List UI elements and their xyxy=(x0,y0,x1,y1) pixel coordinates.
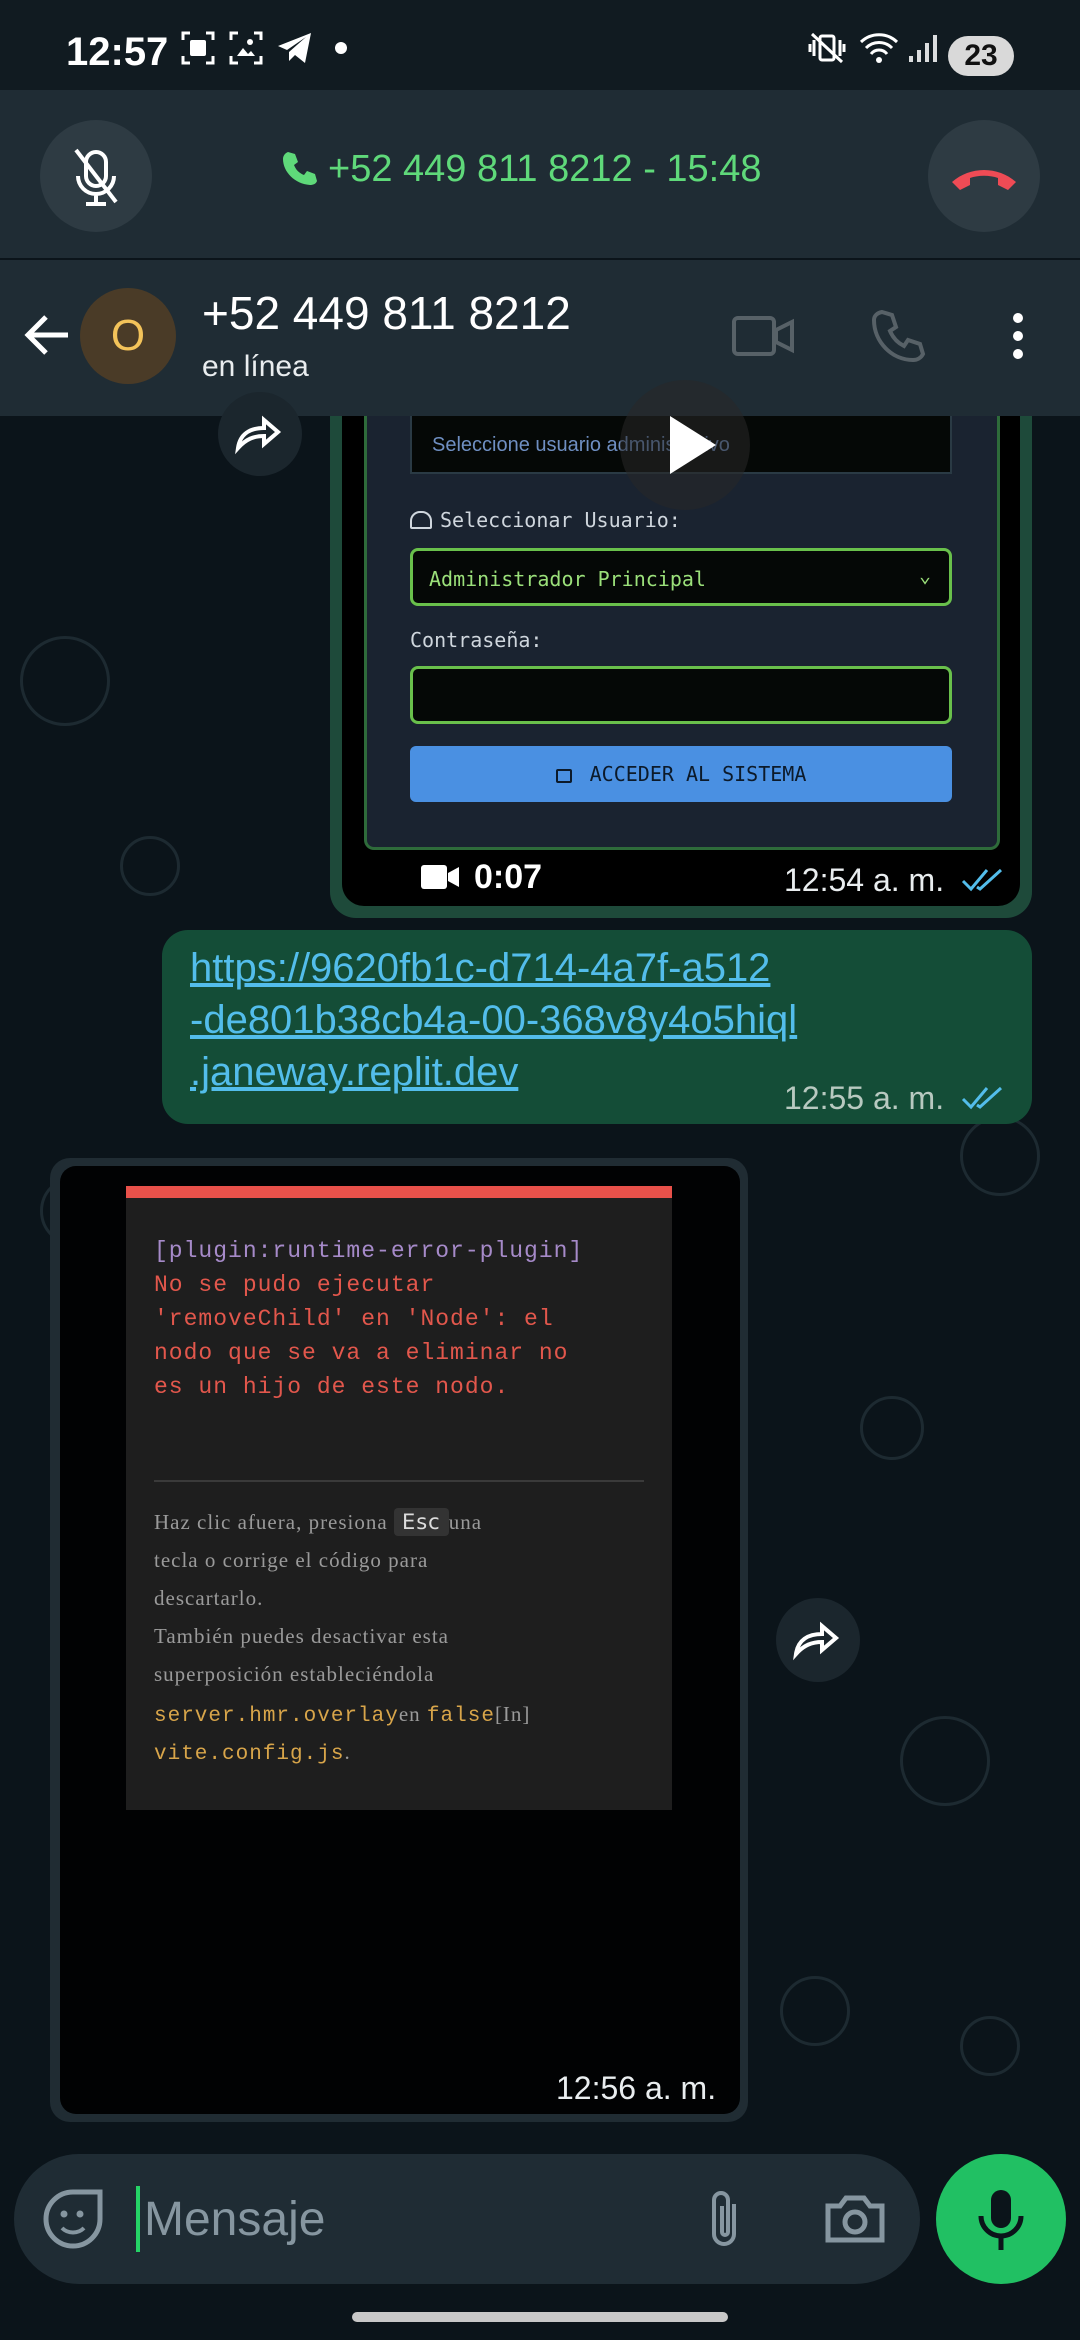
error-hint-line: Haz clic afuera, presiona Esc una xyxy=(154,1508,482,1536)
error-hint-line: tecla o corrige el código para xyxy=(154,1548,429,1572)
video-duration-text: 0:07 xyxy=(474,858,543,896)
doodle-decoration xyxy=(960,2016,1020,2076)
error-line: 'removeChild' en 'Node': el xyxy=(154,1306,554,1332)
more-vertical-icon xyxy=(1013,313,1023,359)
call-info: +52 449 811 8212 - 15:48 xyxy=(280,148,762,191)
video-user-label: Seleccionar Usuario: xyxy=(410,508,681,532)
video-camera-icon xyxy=(421,865,459,889)
forward-button[interactable] xyxy=(218,392,302,476)
call-info-text: +52 449 811 8212 - 15:48 xyxy=(328,148,762,190)
error-hint-text: [In] xyxy=(494,1702,531,1726)
mic-off-icon xyxy=(74,148,118,206)
video-user-label-text: Seleccionar Usuario: xyxy=(440,508,681,532)
error-hint-code: server.hmr.overlay xyxy=(154,1705,399,1728)
doodle-decoration xyxy=(120,836,180,896)
screenshot-icon xyxy=(181,31,215,65)
doodle-decoration xyxy=(860,1396,924,1460)
video-time-text: 12:54 a. m. xyxy=(784,862,945,898)
image-icon xyxy=(229,31,263,65)
doodle-decoration xyxy=(20,636,110,726)
link-time-text: 12:55 a. m. xyxy=(784,1080,945,1116)
video-password-label: Contraseña: xyxy=(410,628,543,652)
double-check-icon xyxy=(961,868,1002,892)
link-message-time: 12:55 a. m. xyxy=(784,1080,1005,1117)
lock-icon xyxy=(555,769,572,783)
voice-message-button[interactable] xyxy=(936,2154,1066,2284)
message-link-line[interactable]: -de801b38cb4a-00-368v8y4o5hiql xyxy=(190,998,797,1043)
hang-up-icon xyxy=(952,170,1016,190)
signal-icon xyxy=(909,35,937,62)
error-line: nodo que se va a eliminar no xyxy=(154,1340,569,1366)
error-hint-text: en xyxy=(398,1702,427,1726)
error-hint-text: . xyxy=(344,1740,351,1764)
error-hint-code: vite.config.js xyxy=(154,1743,345,1766)
error-hint-line: superposición estableciéndola xyxy=(154,1662,435,1686)
sticker-button[interactable] xyxy=(40,2186,106,2252)
phone-icon xyxy=(871,309,926,363)
attach-button[interactable] xyxy=(700,2186,748,2252)
doodle-decoration xyxy=(960,1116,1040,1196)
video-message-time: 12:54 a. m. xyxy=(784,862,1005,899)
esc-key-badge: Esc xyxy=(393,1508,449,1536)
contact-name[interactable]: +52 449 811 8212 xyxy=(202,286,571,340)
voice-call-button[interactable] xyxy=(868,306,928,366)
error-hint-line: descartarlo. xyxy=(154,1586,264,1610)
message-link-line[interactable]: https://9620fb1c-d714-4a7f-a512 xyxy=(190,946,770,991)
contact-status: en línea xyxy=(202,350,309,383)
error-line: No se pudo ejecutar xyxy=(154,1272,436,1298)
dot-icon xyxy=(335,42,347,54)
video-camera-icon xyxy=(732,316,794,356)
telegram-icon xyxy=(278,33,311,63)
video-user-select-value: Administrador Principal xyxy=(429,567,706,591)
doodle-decoration xyxy=(780,1976,850,2046)
error-title: [plugin:runtime-error-plugin] xyxy=(154,1238,584,1264)
doodle-decoration xyxy=(900,1716,990,1806)
camera-icon xyxy=(825,2195,885,2243)
arrow-left-icon xyxy=(24,315,68,355)
chevron-down-icon: ⌄ xyxy=(918,563,931,587)
forward-icon xyxy=(235,415,282,455)
sticker-icon xyxy=(43,2189,103,2249)
forward-button[interactable] xyxy=(776,1598,860,1682)
status-time: 12:57 xyxy=(66,30,169,74)
contact-avatar[interactable]: O xyxy=(80,288,176,384)
video-password-field xyxy=(410,666,952,724)
phone-icon xyxy=(283,152,317,185)
error-hint-line: server.hmr.overlayen false[In] xyxy=(154,1702,530,1728)
video-duration: 0:07 xyxy=(420,858,542,897)
camera-button[interactable] xyxy=(822,2186,888,2252)
home-indicator[interactable] xyxy=(352,2312,728,2322)
users-icon xyxy=(410,511,432,529)
play-icon xyxy=(670,416,716,474)
error-hint-line: También puedes desactivar esta xyxy=(154,1624,450,1648)
forward-icon xyxy=(793,1621,840,1661)
message-input[interactable] xyxy=(136,2186,656,2252)
error-hint-line: vite.config.js. xyxy=(154,1740,351,1766)
play-button[interactable] xyxy=(620,380,750,510)
video-user-select: Administrador Principal ⌄ xyxy=(410,548,952,606)
error-line: es un hijo de este nodo. xyxy=(154,1374,510,1400)
video-access-button-label: ACCEDER AL SISTEMA xyxy=(589,762,807,786)
error-hint-text: Haz clic afuera, presiona xyxy=(154,1510,394,1534)
paperclip-icon xyxy=(712,2191,736,2246)
message-link-line[interactable]: .janeway.replit.dev xyxy=(190,1050,518,1095)
error-divider xyxy=(154,1480,644,1482)
video-access-button: ACCEDER AL SISTEMA xyxy=(410,746,952,802)
vibrate-icon xyxy=(808,32,846,64)
error-hint-text: una xyxy=(448,1510,483,1534)
end-call-button[interactable] xyxy=(928,120,1040,232)
error-hint-code: false xyxy=(426,1705,495,1728)
mute-button[interactable] xyxy=(40,120,152,232)
back-button[interactable] xyxy=(18,305,78,365)
video-call-button[interactable] xyxy=(730,306,796,366)
more-options-button[interactable] xyxy=(1000,306,1036,366)
battery-indicator: 23 xyxy=(948,36,1014,76)
wifi-icon xyxy=(859,33,899,63)
microphone-icon xyxy=(978,2190,1024,2250)
double-check-icon xyxy=(961,1086,1002,1110)
image-message-time: 12:56 a. m. xyxy=(556,2070,717,2106)
